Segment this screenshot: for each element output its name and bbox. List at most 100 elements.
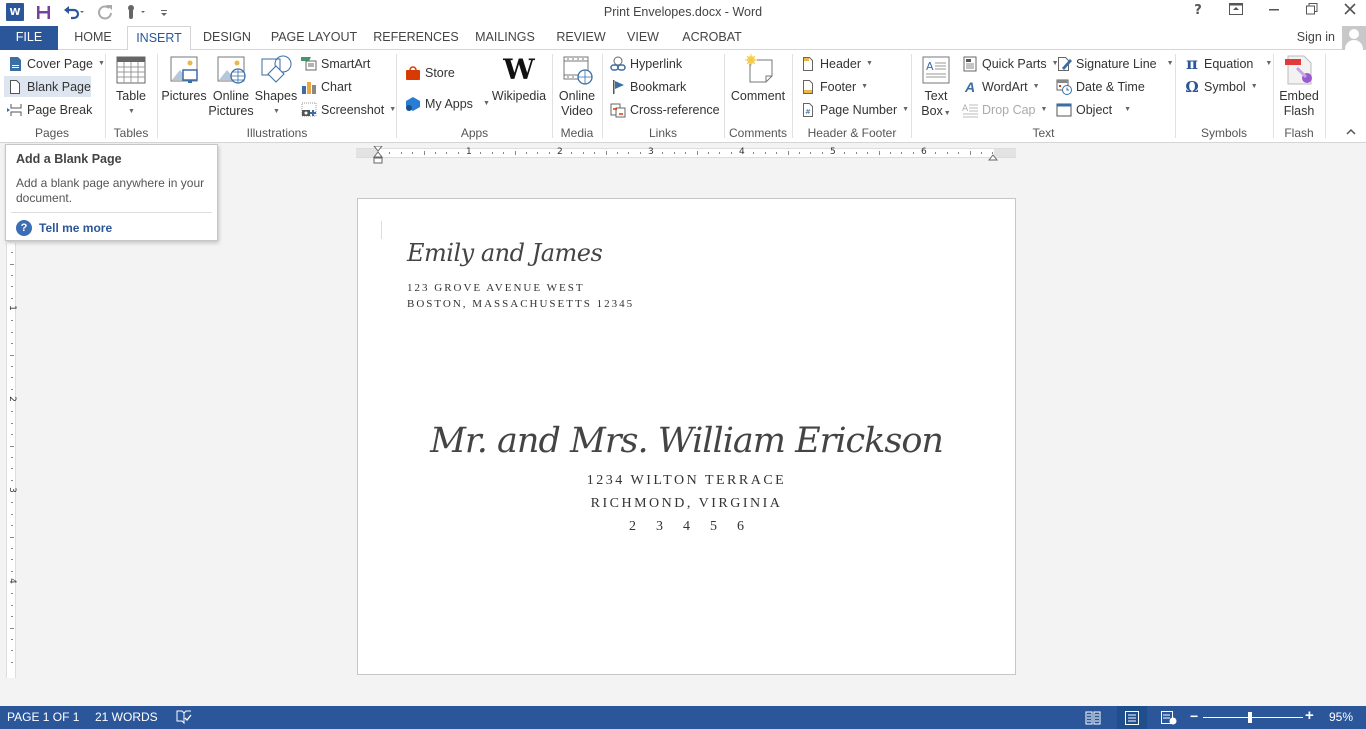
- group-symbols: π Equation ▼ Ω Symbol ▼ Symbols: [1176, 50, 1272, 142]
- tab-design[interactable]: DESIGN: [197, 26, 257, 50]
- screenshot-button[interactable]: Screenshot ▼: [298, 99, 399, 120]
- chevron-down-icon: ▼: [482, 100, 490, 107]
- symbol-button[interactable]: Ω Symbol ▼: [1181, 76, 1261, 97]
- tab-mailings[interactable]: MAILINGS: [470, 26, 540, 50]
- quick-parts-button[interactable]: Quick Parts ▼: [959, 53, 1062, 74]
- tab-acrobat[interactable]: ACROBAT: [676, 26, 748, 50]
- page-number-button[interactable]: # Page Number ▼: [797, 99, 912, 120]
- tab-page-layout[interactable]: PAGE LAYOUT: [266, 26, 362, 50]
- svg-text:A: A: [962, 104, 969, 114]
- chevron-down-icon: ▼: [1265, 60, 1273, 67]
- minimize-icon[interactable]: [1266, 3, 1282, 19]
- tab-view[interactable]: VIEW: [620, 26, 666, 50]
- tab-references[interactable]: REFERENCES: [373, 26, 459, 50]
- ruler-tick: [594, 152, 596, 154]
- user-avatar-icon[interactable]: [1342, 26, 1366, 50]
- document-page[interactable]: Emily and James 123 GROVE AVENUE WEST BO…: [357, 198, 1016, 675]
- blank-page-button[interactable]: Blank Page: [4, 76, 91, 97]
- ruler-tick: [11, 434, 13, 436]
- wordart-button[interactable]: A WordArt ▼: [959, 76, 1043, 97]
- zoom-level[interactable]: 95%: [1329, 710, 1353, 724]
- ruler-tick: [753, 152, 755, 154]
- group-label-text: Text: [1032, 126, 1055, 140]
- ruler-tick: [855, 152, 857, 154]
- embed-flash-button[interactable]: Embed Flash: [1277, 54, 1321, 119]
- ruler-tick: [11, 343, 13, 345]
- ruler-tick: [10, 354, 14, 356]
- recipient-zip[interactable]: 23456: [358, 519, 1015, 535]
- tab-home[interactable]: HOME: [64, 26, 122, 50]
- tab-file[interactable]: FILE: [0, 26, 58, 50]
- return-address-line-2[interactable]: BOSTON, MASSACHUSETTS 12345: [407, 298, 634, 310]
- cross-reference-button[interactable]: Cross-reference: [607, 99, 723, 120]
- print-layout-button[interactable]: [1117, 706, 1147, 729]
- online-video-button[interactable]: Online Video: [557, 54, 597, 119]
- ruler-tick: [11, 377, 13, 379]
- table-button[interactable]: Table ▼: [114, 54, 148, 119]
- ribbon-display-icon[interactable]: [1228, 3, 1244, 19]
- cover-page-button[interactable]: Cover Page ▼: [4, 53, 108, 74]
- return-address-name[interactable]: Emily and James: [407, 239, 603, 267]
- drop-cap-button[interactable]: A Drop Cap ▼: [959, 99, 1050, 120]
- sign-in-link[interactable]: Sign in: [1297, 30, 1335, 44]
- chevron-down-icon: ▼: [273, 108, 280, 115]
- tab-review[interactable]: REVIEW: [552, 26, 610, 50]
- ruler-tick: [11, 468, 13, 470]
- zoom-in-button[interactable]: +: [1305, 707, 1314, 724]
- help-icon[interactable]: ?: [1190, 3, 1206, 19]
- svg-text:A: A: [926, 60, 934, 73]
- hyperlink-button[interactable]: Hyperlink: [607, 53, 685, 74]
- read-mode-button[interactable]: [1079, 706, 1107, 729]
- chevron-down-icon: ▼: [1166, 60, 1174, 67]
- page-break-button[interactable]: Page Break: [4, 99, 95, 120]
- online-pictures-button[interactable]: Online Pictures: [208, 54, 254, 119]
- web-layout-button[interactable]: [1155, 706, 1183, 729]
- shapes-button[interactable]: Shapes ▼: [255, 54, 297, 119]
- recipient-address-line-2[interactable]: RICHMOND, VIRGINIA: [358, 496, 1015, 512]
- return-address-line-1[interactable]: 123 GROVE AVENUE WEST: [407, 282, 585, 294]
- smartart-button[interactable]: SmartArt: [298, 53, 373, 74]
- zoom-out-button[interactable]: −: [1190, 708, 1198, 724]
- word-count[interactable]: 21 WORDS: [95, 710, 158, 724]
- collapse-ribbon-icon[interactable]: [1346, 126, 1356, 138]
- ruler-number: 3: [7, 487, 17, 493]
- tab-insert[interactable]: INSERT: [127, 26, 191, 51]
- recipient-name[interactable]: Mr. and Mrs. William Erickson: [358, 421, 1015, 461]
- chart-button[interactable]: Chart: [298, 76, 355, 97]
- ruler-number: 4: [7, 578, 17, 584]
- text-box-button[interactable]: A Text Box▼: [917, 54, 955, 121]
- horizontal-ruler[interactable]: 1 2 3 4 5 6: [356, 145, 1016, 164]
- tell-me-more-link[interactable]: ? Tell me more: [16, 220, 112, 236]
- close-icon[interactable]: [1342, 3, 1358, 19]
- header-button[interactable]: Header ▼: [797, 53, 876, 74]
- store-icon: [405, 65, 421, 81]
- ruler-number: 2: [7, 396, 17, 402]
- footer-button[interactable]: Footer ▼: [797, 76, 871, 97]
- blank-page-tooltip: Add a Blank Page Add a blank page anywhe…: [5, 144, 218, 241]
- proofing-icon[interactable]: [176, 709, 192, 728]
- recipient-address-line-1[interactable]: 1234 WILTON TERRACE: [358, 473, 1015, 489]
- restore-icon[interactable]: [1304, 3, 1320, 19]
- ruler-number: 2: [557, 147, 563, 157]
- bookmark-button[interactable]: Bookmark: [607, 76, 689, 97]
- pictures-button[interactable]: Pictures: [161, 54, 207, 104]
- first-line-indent-marker[interactable]: [372, 145, 384, 169]
- object-button[interactable]: Object ▼: [1053, 99, 1134, 120]
- ruler-tick: [11, 525, 13, 527]
- page-count[interactable]: PAGE 1 OF 1: [7, 710, 79, 724]
- group-flash: Embed Flash Flash: [1274, 50, 1324, 142]
- my-apps-icon: [405, 96, 421, 112]
- right-indent-marker[interactable]: [987, 150, 999, 164]
- group-label-media: Media: [560, 126, 594, 140]
- signature-line-button[interactable]: Signature Line ▼: [1053, 53, 1177, 74]
- store-button[interactable]: Store: [402, 62, 458, 83]
- my-apps-button[interactable]: My Apps ▼: [402, 93, 493, 114]
- zoom-slider[interactable]: [1203, 712, 1303, 723]
- vertical-ruler[interactable]: 1 2 3 4: [6, 243, 17, 678]
- wikipedia-button[interactable]: W Wikipedia: [491, 54, 547, 104]
- online-pictures-icon: [215, 54, 247, 86]
- date-time-button[interactable]: Date & Time: [1053, 76, 1148, 97]
- equation-button[interactable]: π Equation ▼: [1181, 53, 1275, 74]
- comment-button[interactable]: Comment: [728, 54, 788, 104]
- zoom-slider-thumb[interactable]: [1248, 712, 1253, 723]
